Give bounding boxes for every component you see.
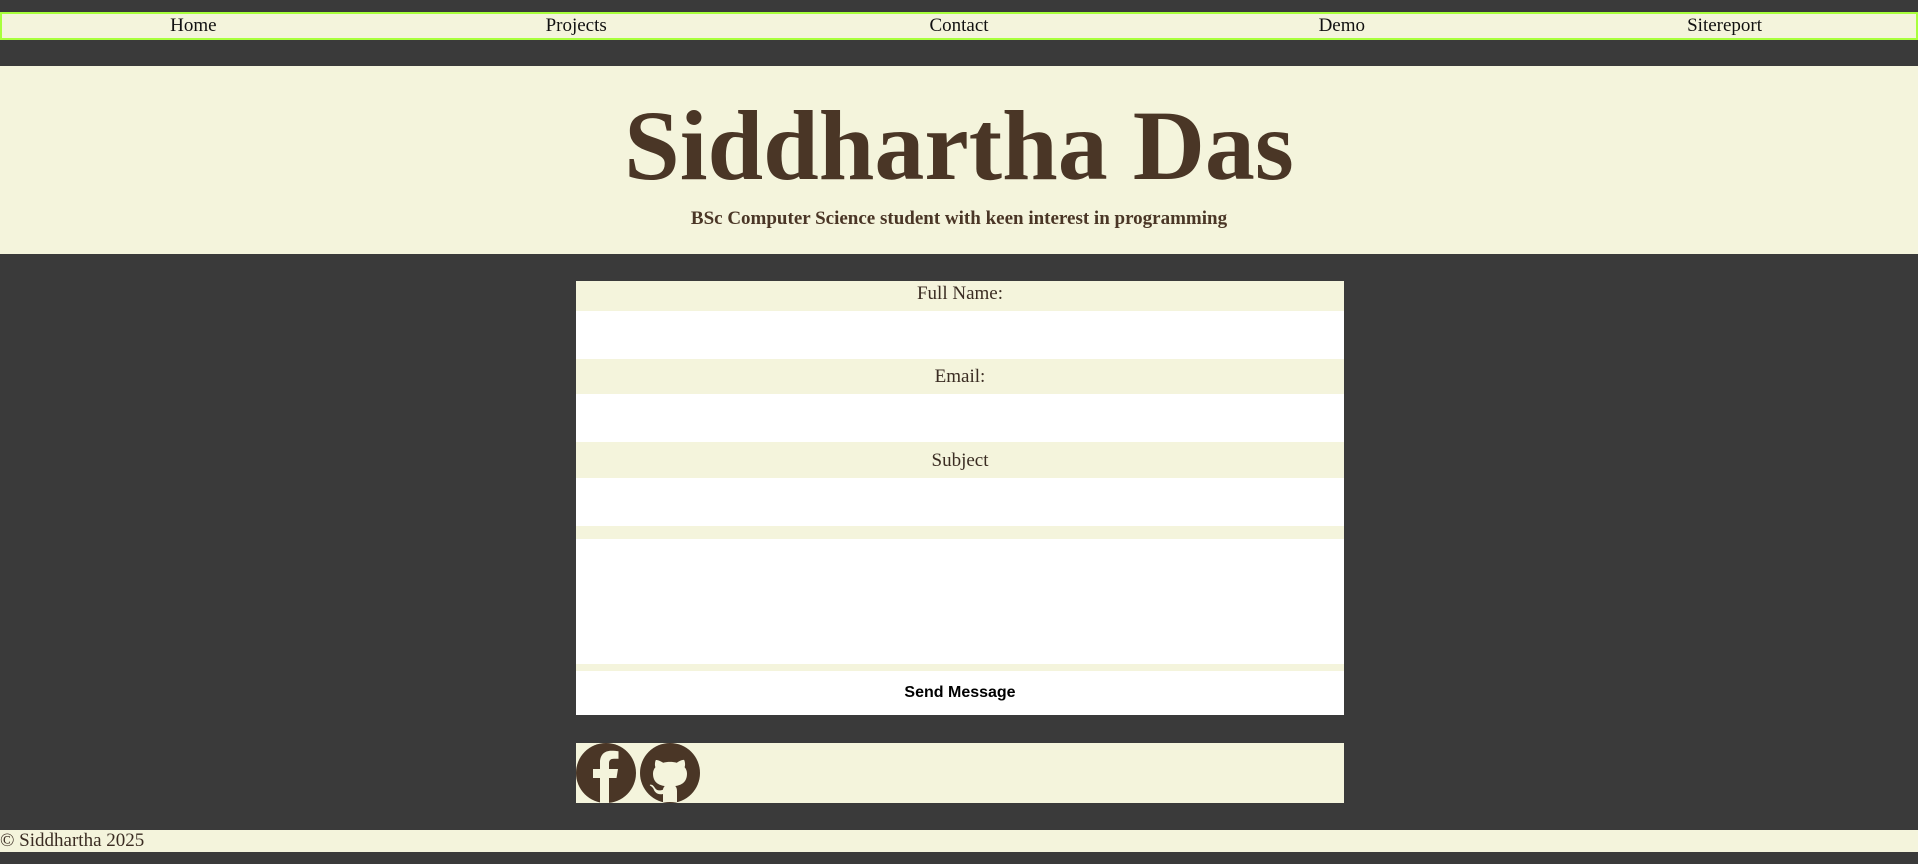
subject-field[interactable]	[576, 478, 1344, 526]
email-field[interactable]	[576, 394, 1344, 442]
facebook-link[interactable]	[576, 743, 636, 803]
send-message-button[interactable]: Send Message	[576, 671, 1344, 715]
copyright-text: © Siddhartha 2025	[0, 830, 145, 851]
email-label: Email:	[934, 366, 986, 387]
site-footer: © Siddhartha 2025	[0, 830, 1918, 852]
nav-item-demo[interactable]: Demo	[1150, 14, 1533, 38]
full-name-label: Full Name:	[916, 283, 1004, 304]
social-links	[576, 743, 1344, 803]
nav-item-home[interactable]: Home	[2, 14, 385, 38]
full-name-field[interactable]	[576, 311, 1344, 359]
github-link[interactable]	[640, 743, 700, 803]
subject-label: Subject	[931, 450, 989, 471]
top-nav: Home Projects Contact Demo Sitereport	[0, 12, 1918, 40]
nav-item-contact[interactable]: Contact	[768, 14, 1151, 38]
message-field[interactable]	[576, 539, 1344, 664]
site-title: Siddhartha Das	[624, 90, 1294, 201]
site-subtitle: BSc Computer Science student with keen i…	[690, 208, 1228, 229]
facebook-icon	[576, 743, 636, 803]
contact-form: Full Name: Email: Subject Send Message	[576, 281, 1344, 715]
nav-item-projects[interactable]: Projects	[385, 14, 768, 38]
site-header: Siddhartha Das BSc Computer Science stud…	[0, 66, 1918, 254]
github-icon	[640, 743, 700, 803]
nav-item-sitereport[interactable]: Sitereport	[1533, 14, 1916, 38]
